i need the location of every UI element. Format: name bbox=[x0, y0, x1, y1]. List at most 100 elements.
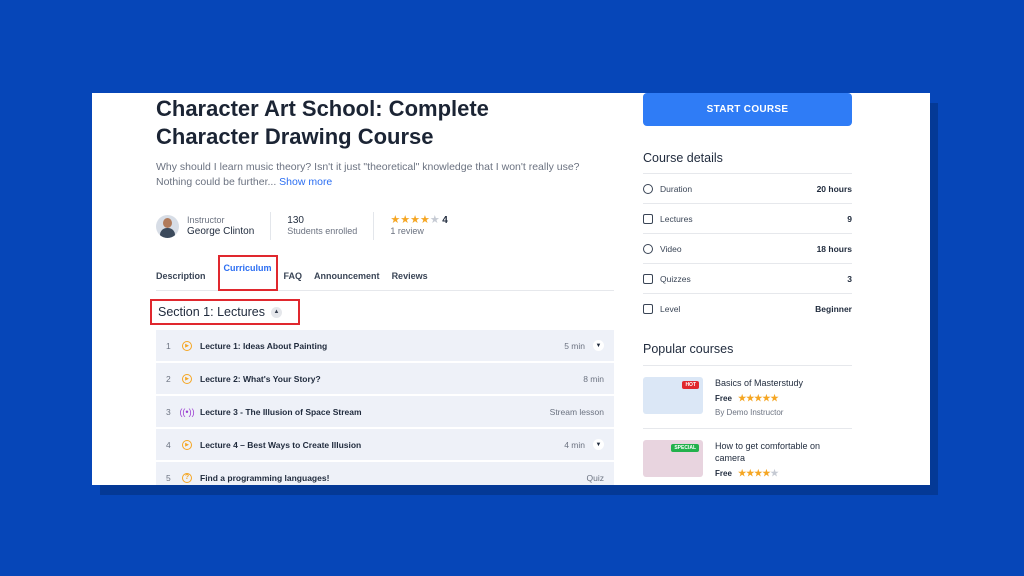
lecture-duration: 8 min bbox=[583, 373, 604, 384]
course-page: Character Art School: Complete Character… bbox=[92, 93, 930, 485]
course-price-row: Free ★★★★★ bbox=[715, 468, 852, 479]
enrolled-info: 130 Students enrolled bbox=[287, 215, 357, 237]
popular-courses: HOT Basics of Masterstudy Free ★★★★★ By … bbox=[643, 365, 852, 485]
star-icon: ★ bbox=[738, 393, 747, 403]
special-badge: SPECIAL bbox=[671, 444, 699, 452]
lecture-title: Lecture 2: What's Your Story? bbox=[200, 373, 321, 384]
star-icon: ★ bbox=[400, 214, 411, 226]
popular-course-item[interactable]: SPECIAL How to get comfortable on camera… bbox=[643, 428, 852, 485]
course-details: Duration 20 hours Lectures 9 Video 18 ho… bbox=[643, 173, 852, 323]
star-icon: ★ bbox=[770, 393, 779, 403]
star-icon: ★ bbox=[410, 214, 420, 226]
course-stars: ★★★★★ bbox=[738, 468, 778, 478]
lecture-list: 1 ▶ Lecture 1: Ideas About Painting 5 mi… bbox=[156, 330, 614, 485]
list-item[interactable]: 3 ((•)) Lecture 3 - The Illusion of Spac… bbox=[156, 396, 614, 427]
detail-value: 9 bbox=[847, 213, 852, 224]
enrolled-count: 130 bbox=[287, 215, 304, 226]
detail-label: Quizzes bbox=[660, 273, 691, 284]
play-icon: ▶ bbox=[182, 373, 192, 384]
course-meta: Instructor George Clinton 130 Students e… bbox=[156, 211, 448, 241]
star-icon: ★ bbox=[738, 468, 747, 478]
video-icon bbox=[643, 243, 653, 254]
detail-value: 18 hours bbox=[816, 243, 852, 254]
divider bbox=[373, 212, 375, 240]
lecture-duration: 4 min bbox=[564, 439, 585, 450]
section-title: Section 1: Lectures bbox=[158, 305, 266, 319]
play-icon: ▶ bbox=[182, 340, 192, 351]
list-item[interactable]: 4 ▶ Lecture 4 – Best Ways to Create Illu… bbox=[156, 429, 614, 460]
course-info: Basics of Masterstudy Free ★★★★★ By Demo… bbox=[715, 377, 803, 417]
course-price-row: Free ★★★★★ bbox=[715, 393, 803, 404]
hot-badge: HOT bbox=[682, 381, 699, 389]
rating-row: ★★★★★ 4 bbox=[390, 214, 447, 227]
course-tabs: Description Curriculum FAQ Announcement … bbox=[156, 255, 614, 291]
star-icon: ★ bbox=[429, 214, 440, 226]
course-details-title: Course details bbox=[643, 151, 723, 165]
quiz-icon: ? bbox=[182, 472, 192, 483]
detail-row: Lectures 9 bbox=[643, 203, 852, 233]
tab-reviews[interactable]: Reviews bbox=[392, 263, 434, 290]
tab-curriculum[interactable]: Curriculum bbox=[217, 255, 278, 291]
popular-course-item[interactable]: HOT Basics of Masterstudy Free ★★★★★ By … bbox=[643, 365, 852, 428]
section-header[interactable]: Section 1: Lectures ▲ bbox=[150, 299, 300, 325]
course-thumbnail[interactable]: SPECIAL bbox=[643, 440, 703, 477]
course-title[interactable]: How to get comfortable on camera bbox=[715, 440, 852, 464]
chevron-up-icon[interactable]: ▲ bbox=[271, 306, 283, 318]
star-icon: ★ bbox=[390, 214, 401, 226]
tab-announcement[interactable]: Announcement bbox=[314, 263, 386, 290]
lecture-number: 2 bbox=[166, 373, 171, 384]
start-course-button[interactable]: START COURSE bbox=[643, 93, 852, 126]
course-description: Why should I learn music theory? Isn't i… bbox=[156, 160, 616, 190]
course-title: Character Art School: Complete Character… bbox=[156, 96, 489, 149]
detail-value: Beginner bbox=[815, 303, 852, 314]
detail-row: Video 18 hours bbox=[643, 233, 852, 263]
list-item[interactable]: 2 ▶ Lecture 2: What's Your Story? 8 min bbox=[156, 363, 614, 394]
list-item[interactable]: 5 ? Find a programming languages! Quiz bbox=[156, 462, 614, 485]
lecture-number: 5 bbox=[166, 472, 171, 483]
course-author: By Demo Instructor bbox=[715, 408, 784, 417]
divider bbox=[270, 212, 272, 240]
review-count: 1 review bbox=[390, 226, 424, 236]
show-more-link[interactable]: Show more bbox=[279, 176, 332, 188]
detail-label: Duration bbox=[660, 183, 693, 194]
lecture-duration: 5 min bbox=[564, 340, 585, 351]
star-icon: ★ bbox=[770, 468, 779, 478]
course-info: How to get comfortable on camera Free ★ ★… bbox=[715, 440, 852, 479]
instructor-info: Instructor George Clinton bbox=[187, 215, 254, 237]
instructor-label: Instructor bbox=[187, 215, 225, 225]
detail-label: Video bbox=[660, 243, 682, 254]
chevron-down-icon[interactable]: ▼ bbox=[593, 439, 604, 450]
detail-value: 3 bbox=[847, 273, 852, 284]
list-item[interactable]: 1 ▶ Lecture 1: Ideas About Painting 5 mi… bbox=[156, 330, 614, 361]
detail-row: Quizzes 3 bbox=[643, 263, 852, 293]
instructor-name[interactable]: George Clinton bbox=[187, 226, 254, 237]
detail-row: Duration 20 hours bbox=[643, 173, 852, 203]
chevron-down-icon[interactable]: ▼ bbox=[593, 340, 604, 351]
course-title[interactable]: Basics of Masterstudy bbox=[715, 377, 803, 389]
book-icon bbox=[643, 213, 653, 224]
description-text: Why should I learn music theory? Isn't i… bbox=[156, 161, 580, 188]
tab-faq[interactable]: FAQ bbox=[284, 263, 309, 290]
instructor-avatar[interactable] bbox=[156, 214, 179, 238]
course-price: Free bbox=[715, 469, 732, 478]
play-icon: ▶ bbox=[182, 439, 192, 450]
tab-description[interactable]: Description bbox=[156, 263, 212, 290]
detail-label: Level bbox=[660, 303, 681, 314]
quiz-icon bbox=[643, 273, 653, 284]
lecture-title: Find a programming languages! bbox=[200, 472, 330, 483]
stream-icon: ((•)) bbox=[179, 406, 195, 417]
course-thumbnail[interactable]: HOT bbox=[643, 377, 703, 414]
rating-stars: ★★★★★ bbox=[390, 214, 439, 226]
lecture-number: 1 bbox=[166, 340, 171, 351]
detail-value: 20 hours bbox=[816, 183, 852, 194]
course-stars: ★★★★★ bbox=[738, 393, 778, 403]
level-icon bbox=[643, 303, 653, 314]
lecture-title: Lecture 4 – Best Ways to Create Illusion bbox=[200, 439, 362, 450]
clock-icon bbox=[643, 183, 653, 194]
lecture-duration: Stream lesson bbox=[549, 406, 604, 417]
detail-row: Level Beginner bbox=[643, 293, 852, 323]
detail-label: Lectures bbox=[660, 213, 693, 224]
star-icon: ★ bbox=[419, 214, 430, 226]
lecture-duration: Quiz bbox=[586, 472, 604, 483]
popular-courses-title: Popular courses bbox=[643, 342, 734, 356]
